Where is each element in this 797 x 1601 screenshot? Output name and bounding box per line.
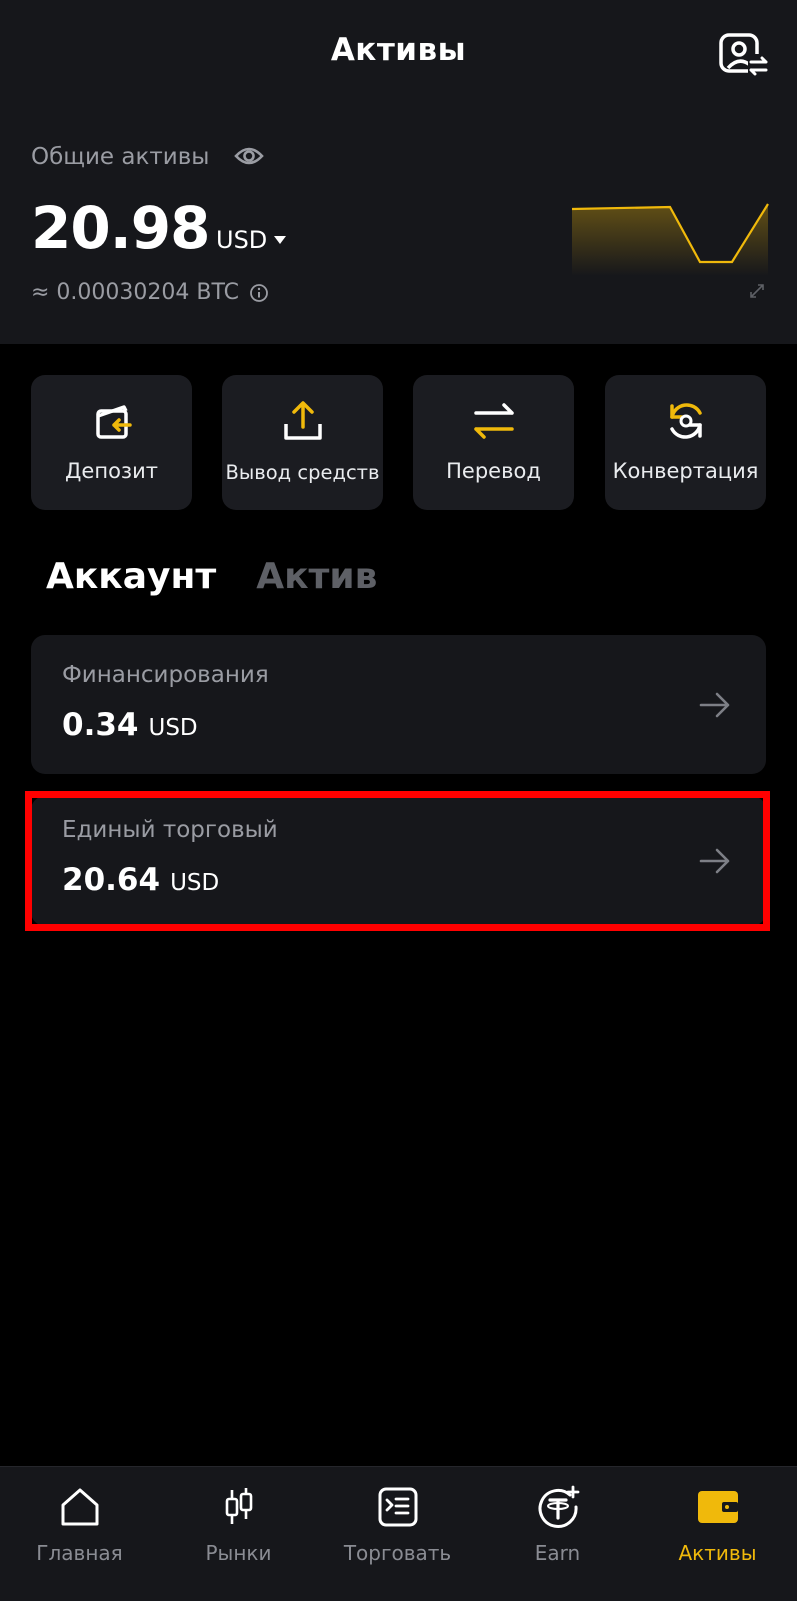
nav-trade-label: Торговать — [343, 1541, 452, 1565]
highlight-frame — [25, 791, 770, 931]
home-icon — [61, 1488, 98, 1526]
assets-header: Активы Общие активы 20.98 USD ≈ 0.000302… — [0, 0, 797, 344]
btc-equivalent-value: ≈ 0.00030204 BTC — [31, 280, 239, 305]
eye-icon[interactable] — [234, 142, 264, 170]
expand-icon[interactable] — [748, 282, 766, 300]
wallet-icon — [697, 1491, 738, 1523]
profile-switch-icon[interactable] — [718, 32, 770, 78]
account-balance: 0.34 USD — [62, 707, 198, 743]
transfer-icon — [473, 403, 514, 439]
account-balance-value: 0.34 — [62, 707, 139, 743]
balance-sparkline[interactable] — [570, 196, 770, 276]
nav-trade[interactable]: Торговать — [318, 1467, 477, 1601]
nav-markets[interactable]: Рынки — [159, 1467, 318, 1601]
nav-earn-label: Earn — [534, 1541, 581, 1565]
page-title: Активы — [330, 32, 467, 68]
nav-earn[interactable]: Earn — [478, 1467, 637, 1601]
nav-home[interactable]: Главная — [0, 1467, 159, 1601]
nav-markets-label: Рынки — [205, 1541, 272, 1565]
convert-label: Конвертация — [612, 459, 759, 483]
withdraw-button[interactable]: Вывод средств — [222, 375, 383, 510]
withdraw-label: Вывод средств — [225, 461, 380, 484]
btc-equivalent: ≈ 0.00030204 BTC — [31, 280, 269, 305]
currency-selector[interactable]: USD — [216, 226, 287, 254]
convert-button[interactable]: Конвертация — [605, 375, 766, 510]
nav-assets[interactable]: Активы — [638, 1467, 797, 1601]
total-assets-label: Общие активы — [31, 144, 210, 170]
deposit-icon — [95, 405, 132, 439]
nav-assets-label: Активы — [678, 1541, 757, 1565]
transfer-label: Перевод — [446, 459, 541, 483]
withdraw-icon — [283, 401, 322, 440]
arrow-right-icon — [699, 692, 730, 718]
deposit-button[interactable]: Депозит — [31, 375, 192, 510]
bottom-navigation: Главная Рынки Торговать Earn Активы — [0, 1466, 797, 1601]
transfer-button[interactable]: Перевод — [413, 375, 574, 510]
view-tabs: Аккаунт Актив — [46, 556, 417, 597]
info-icon[interactable] — [249, 283, 269, 303]
nav-home-label: Главная — [36, 1541, 123, 1565]
quick-actions: Депозит Вывод средств Перевод Конвертаци… — [31, 375, 766, 510]
caret-down-icon — [274, 236, 287, 244]
account-card-funding[interactable]: Финансирования 0.34 USD — [31, 635, 766, 774]
trade-icon — [378, 1487, 417, 1527]
deposit-label: Депозит — [65, 459, 158, 483]
tab-account[interactable]: Аккаунт — [46, 556, 216, 597]
currency-label: USD — [216, 226, 268, 254]
markets-icon — [225, 1488, 252, 1524]
account-balance-currency: USD — [148, 715, 198, 741]
earn-icon — [538, 1485, 579, 1528]
total-assets-value: 20.98 — [31, 194, 210, 262]
account-name: Финансирования — [62, 662, 269, 688]
convert-icon — [669, 403, 702, 439]
tab-asset[interactable]: Актив — [256, 556, 377, 597]
